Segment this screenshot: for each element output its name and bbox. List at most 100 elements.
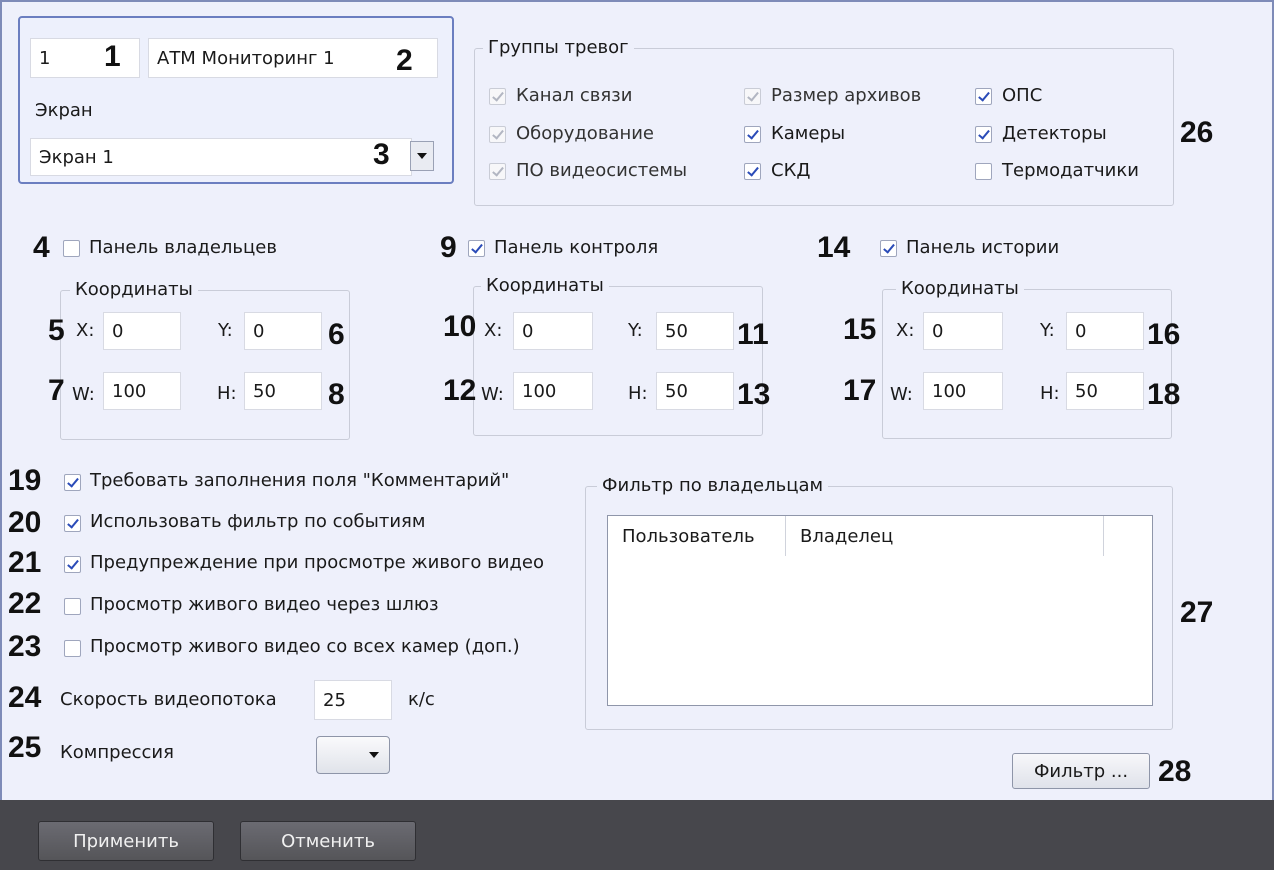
marker-20: 20 bbox=[8, 506, 42, 539]
alarm-group-checkbox-skd[interactable] bbox=[744, 163, 761, 180]
alarm-group-label: ПО видеосистемы bbox=[516, 160, 688, 181]
alarm-group-checkbox-cameras[interactable] bbox=[744, 126, 761, 143]
require-comment-label: Требовать заполнения поля "Комментарий" bbox=[90, 470, 510, 491]
control-w-label: W: bbox=[481, 384, 504, 405]
history-h-label: H: bbox=[1040, 383, 1060, 404]
alarm-group-label: Размер архивов bbox=[771, 85, 922, 106]
alarm-group-label: Термодатчики bbox=[1002, 160, 1139, 181]
apply-button[interactable]: Применить bbox=[38, 821, 214, 861]
marker-5: 5 bbox=[48, 314, 65, 347]
alarm-group-checkbox-thermo[interactable] bbox=[975, 163, 992, 180]
marker-8: 8 bbox=[328, 378, 345, 411]
history-panel-checkbox[interactable] bbox=[880, 240, 897, 257]
alarm-group-checkbox-channel[interactable] bbox=[489, 88, 506, 105]
alarm-group-checkbox-software[interactable] bbox=[489, 163, 506, 180]
gateway-video-checkbox[interactable] bbox=[64, 598, 81, 615]
owners-panel-checkbox[interactable] bbox=[63, 240, 80, 257]
alarm-group-label: Канал связи bbox=[516, 85, 633, 106]
owners-y-input[interactable]: 0 bbox=[244, 312, 322, 350]
marker-17: 17 bbox=[843, 374, 877, 407]
column-header-user[interactable]: Пользователь bbox=[608, 516, 786, 556]
control-panel-checkbox[interactable] bbox=[468, 240, 485, 257]
marker-2: 2 bbox=[396, 44, 413, 77]
gateway-video-label: Просмотр живого видео через шлюз bbox=[90, 594, 439, 615]
marker-12: 12 bbox=[443, 374, 477, 407]
control-x-label: X: bbox=[484, 320, 503, 341]
event-filter-checkbox[interactable] bbox=[64, 515, 81, 532]
marker-22: 22 bbox=[8, 587, 42, 620]
owners-h-label: H: bbox=[217, 383, 237, 404]
history-x-input[interactable]: 0 bbox=[923, 312, 1003, 350]
screen-label: Экран bbox=[35, 100, 93, 121]
marker-25: 25 bbox=[8, 731, 42, 764]
owners-h-input[interactable]: 50 bbox=[244, 372, 322, 410]
require-comment-checkbox[interactable] bbox=[64, 474, 81, 491]
control-w-input[interactable]: 100 bbox=[513, 372, 593, 410]
owners-y-label: Y: bbox=[218, 320, 233, 341]
alarm-group-label: СКД bbox=[771, 160, 811, 181]
marker-4: 4 bbox=[33, 231, 50, 264]
marker-7: 7 bbox=[48, 374, 65, 407]
screen-dropdown-button[interactable] bbox=[410, 141, 434, 171]
marker-16: 16 bbox=[1147, 318, 1181, 351]
alarm-group-label: Оборудование bbox=[516, 123, 654, 144]
alarm-group-checkbox-ops[interactable] bbox=[975, 88, 992, 105]
live-video-warning-label: Предупреждение при просмотре живого виде… bbox=[90, 552, 544, 573]
owners-panel-label: Панель владельцев bbox=[89, 237, 277, 258]
marker-6: 6 bbox=[328, 318, 345, 351]
control-y-input[interactable]: 50 bbox=[656, 312, 734, 350]
filter-button[interactable]: Фильтр ... bbox=[1012, 753, 1150, 789]
history-x-label: X: bbox=[896, 320, 915, 341]
alarm-group-checkbox-archive-size[interactable] bbox=[744, 88, 761, 105]
marker-9: 9 bbox=[440, 231, 457, 264]
column-header-owner[interactable]: Владелец bbox=[786, 516, 1104, 556]
alarm-group-label: Камеры bbox=[771, 123, 846, 144]
owners-x-input[interactable]: 0 bbox=[103, 312, 181, 350]
alarm-group-checkbox-equipment[interactable] bbox=[489, 126, 506, 143]
owner-filter-table[interactable]: Пользователь Владелец bbox=[607, 515, 1153, 706]
marker-11: 11 bbox=[737, 318, 769, 351]
stream-speed-input[interactable]: 25 bbox=[314, 680, 392, 720]
marker-18: 18 bbox=[1147, 378, 1181, 411]
marker-3: 3 bbox=[373, 138, 390, 171]
history-panel-label: Панель истории bbox=[906, 237, 1060, 258]
chevron-down-icon bbox=[369, 752, 379, 758]
marker-1: 1 bbox=[104, 40, 121, 73]
id-field[interactable]: 1 bbox=[30, 38, 140, 78]
footer-bar: Применить Отменить bbox=[0, 800, 1274, 870]
owners-coords-title: Координаты bbox=[70, 279, 198, 300]
event-filter-label: Использовать фильтр по событиям bbox=[90, 511, 426, 532]
history-y-label: Y: bbox=[1040, 320, 1055, 341]
control-h-input[interactable]: 50 bbox=[656, 372, 734, 410]
history-coords-title: Координаты bbox=[896, 278, 1024, 299]
control-panel-label: Панель контроля bbox=[494, 237, 659, 258]
marker-21: 21 bbox=[8, 546, 42, 579]
live-video-warning-checkbox[interactable] bbox=[64, 556, 81, 573]
marker-13: 13 bbox=[737, 378, 771, 411]
alarm-group-checkbox-detectors[interactable] bbox=[975, 126, 992, 143]
history-w-label: W: bbox=[890, 384, 913, 405]
history-h-input[interactable]: 50 bbox=[1066, 372, 1144, 410]
marker-28: 28 bbox=[1158, 755, 1192, 788]
name-field[interactable]: АТМ Мониторинг 1 bbox=[148, 38, 438, 78]
marker-19: 19 bbox=[8, 464, 42, 497]
compression-dropdown[interactable] bbox=[316, 736, 390, 774]
owners-x-label: X: bbox=[76, 320, 95, 341]
control-x-input[interactable]: 0 bbox=[513, 312, 593, 350]
all-cameras-video-checkbox[interactable] bbox=[64, 640, 81, 657]
stream-speed-label: Скорость видеопотока bbox=[60, 689, 277, 710]
alarm-group-label: ОПС bbox=[1002, 85, 1043, 106]
screen-select[interactable]: Экран 1 bbox=[30, 138, 412, 176]
chevron-down-icon bbox=[417, 153, 427, 159]
marker-23: 23 bbox=[8, 630, 42, 663]
owners-w-input[interactable]: 100 bbox=[103, 372, 181, 410]
cancel-button[interactable]: Отменить bbox=[240, 821, 416, 861]
history-y-input[interactable]: 0 bbox=[1066, 312, 1144, 350]
marker-15: 15 bbox=[843, 313, 877, 346]
history-w-input[interactable]: 100 bbox=[923, 372, 1003, 410]
owners-w-label: W: bbox=[72, 384, 95, 405]
marker-14: 14 bbox=[817, 231, 851, 264]
all-cameras-video-label: Просмотр живого видео со всех камер (доп… bbox=[90, 636, 520, 657]
control-coords-frame bbox=[473, 286, 763, 436]
marker-10: 10 bbox=[443, 310, 477, 343]
